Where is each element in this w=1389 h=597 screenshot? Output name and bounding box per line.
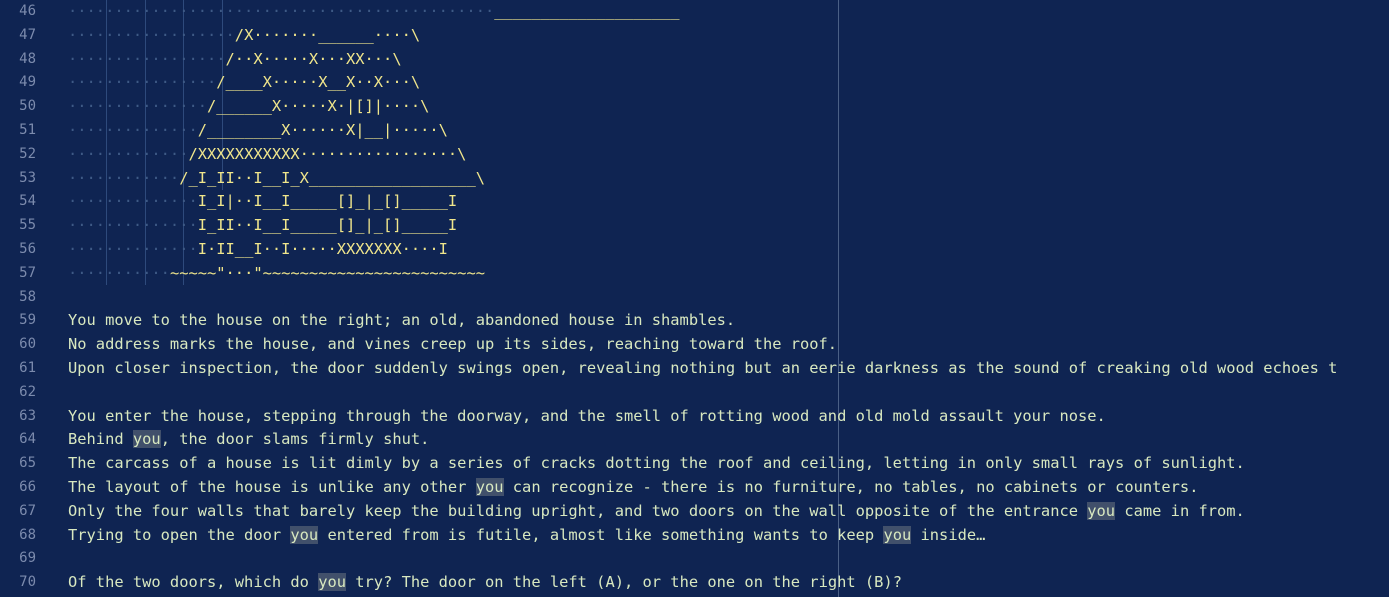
line-content: Behind you, the door slams firmly shut. <box>68 430 430 449</box>
line-content: ···········~~~~~"···"~~~~~~~~~~~~~~~~~~~… <box>68 262 485 286</box>
line-number: 58 <box>19 288 36 305</box>
whitespace-dots: ··············· <box>68 97 207 116</box>
line-number: 55 <box>19 217 36 234</box>
line-number: 68 <box>19 526 36 543</box>
line-number: 53 <box>19 169 36 186</box>
line-number: 56 <box>19 241 36 257</box>
whitespace-dots: ·············· <box>68 192 198 211</box>
whitespace-dots: ············· <box>68 144 189 163</box>
word-highlight: you <box>132 430 161 449</box>
line-number: 47 <box>19 26 36 43</box>
whitespace-dots: ················ <box>68 73 217 92</box>
whitespace-dots: ·············· <box>68 121 198 139</box>
ascii-art: /______X·····X·|[]|····\ <box>207 97 430 116</box>
line-number: 54 <box>19 193 36 210</box>
line-content: ··············I·II__I··I·····XXXXXXX····… <box>68 238 448 262</box>
ascii-art: I_II··I__I_____[]_|_[]_____I <box>197 216 458 235</box>
line-content: The layout of the house is unlike any ot… <box>68 478 1199 496</box>
ascii-art: ____________________ <box>494 2 680 20</box>
ascii-art: /____X·····X__X··X···\ <box>216 73 421 92</box>
word-highlight: you <box>1087 501 1116 520</box>
line-number: 70 <box>19 574 36 591</box>
word-highlight: you <box>318 573 346 592</box>
line-content: ·················/··X·····X···XX···\ <box>68 48 402 72</box>
line-number: 52 <box>19 145 36 162</box>
line-content: ··················/X·······______····\ <box>68 24 420 48</box>
whitespace-dots: ············ <box>68 168 180 187</box>
whitespace-dots: ··········· <box>68 263 170 282</box>
line-number: 50 <box>19 98 36 115</box>
line-number: 46 <box>19 3 36 19</box>
line-content: ··············I_II··I__I_____[]_|_[]____… <box>68 214 457 238</box>
word-highlight: you <box>290 525 319 544</box>
ascii-art: ~~~~~"···"~~~~~~~~~~~~~~~~~~~~~~~~ <box>169 263 485 282</box>
line-number: 66 <box>19 479 36 495</box>
line-number: 69 <box>19 550 36 567</box>
line-content: ················/____X·····X__X··X···\ <box>68 71 420 95</box>
line-content: ···············/______X·····X·|[]|····\ <box>68 95 429 119</box>
ascii-art: I·II__I··I·····XXXXXXX····I <box>197 240 448 258</box>
line-content: ··············I_I|··I__I_____[]_|_[]____… <box>68 190 457 214</box>
line-number: 65 <box>19 455 36 472</box>
line-content: Only the four walls that barely keep the… <box>68 501 1245 520</box>
line-number: 51 <box>19 122 36 138</box>
ascii-art: /_I_II··I__I_X__________________\ <box>179 168 485 187</box>
ascii-art: /··X·····X···XX···\ <box>225 49 402 68</box>
text-editor[interactable]: 46 ······································… <box>0 0 1389 597</box>
word-highlight: you <box>475 478 504 496</box>
line-number: 61 <box>19 360 36 376</box>
ascii-art: /________X······X|__|·····\ <box>197 121 448 139</box>
line-content: ·············/XXXXXXXXXXX···············… <box>68 143 466 167</box>
line-content: Of the two doors, which do you try? The … <box>68 573 902 592</box>
ascii-art: /X·······______····\ <box>234 25 421 44</box>
line-number: 62 <box>19 383 36 400</box>
line-content: ··············/________X······X|__|·····… <box>68 119 448 143</box>
whitespace-dots: ·············· <box>68 240 198 258</box>
ascii-art: /XXXXXXXXXXX·················\ <box>188 144 467 163</box>
line-content: You move to the house on the right; an o… <box>68 311 736 330</box>
line-content: No address marks the house, and vines cr… <box>68 335 838 354</box>
line-number: 49 <box>19 74 36 91</box>
line-number: 60 <box>19 336 36 353</box>
ascii-art: I_I|··I__I_____[]_|_[]_____I <box>197 192 458 211</box>
whitespace-dots: ·················· <box>68 25 235 44</box>
line-number: 57 <box>19 264 36 281</box>
line-content: You enter the house, stepping through th… <box>68 406 1106 425</box>
line-content: ········································… <box>68 0 680 24</box>
whitespace-dots: ················· <box>68 49 226 68</box>
word-highlight: you <box>883 525 912 544</box>
line-content: ············/_I_II··I__I_X______________… <box>68 167 485 191</box>
line-number: 67 <box>19 502 36 519</box>
line-content: Upon closer inspection, the door suddenl… <box>68 359 1338 377</box>
whitespace-dots: ········································… <box>68 2 495 20</box>
line-number: 63 <box>19 407 36 424</box>
whitespace-dots: ·············· <box>68 216 198 235</box>
line-number: 64 <box>19 431 36 448</box>
line-number: 48 <box>19 50 36 67</box>
line-content: The carcass of a house is lit dimly by a… <box>68 454 1245 473</box>
line-number: 59 <box>19 312 36 329</box>
line-content: Trying to open the door you entered from… <box>68 525 986 544</box>
